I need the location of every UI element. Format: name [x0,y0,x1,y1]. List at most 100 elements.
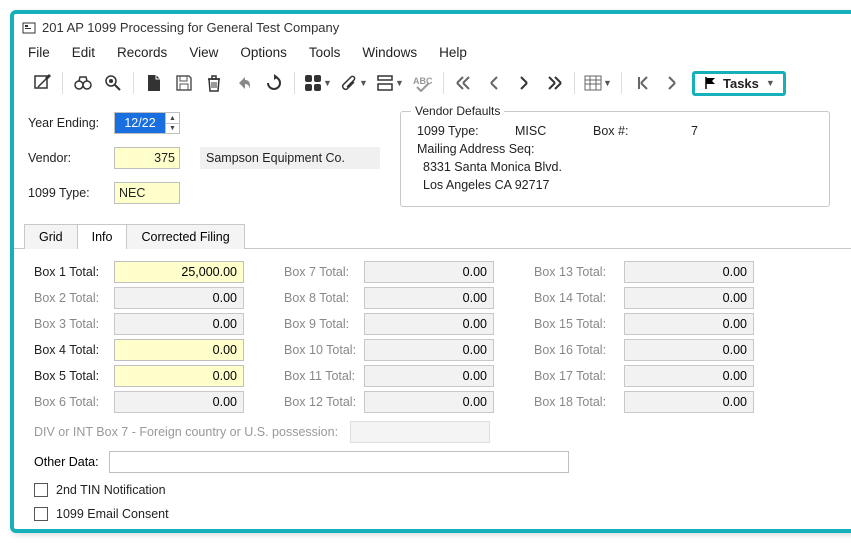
defaults-type-label: 1099 Type: [417,124,497,138]
tab-corrected[interactable]: Corrected Filing [127,224,244,249]
edit-icon[interactable] [28,70,56,96]
defaults-box-value: 7 [691,124,698,138]
year-ending-label: Year Ending: [28,116,108,130]
consent-row: 1099 Email Consent [34,507,843,521]
header-area: Year Ending: 12/22 ▲▼ Vendor: 375 Sampso… [14,105,851,211]
layout-icon[interactable]: ▼ [373,70,407,96]
menu-help[interactable]: Help [439,45,467,60]
box1-value[interactable]: 25,000.00 [114,261,244,283]
box6-label: Box 6 Total: [34,395,114,409]
tasks-button[interactable]: Tasks ▼ [692,71,786,96]
box12-label: Box 12 Total: [284,395,364,409]
chevron-down-icon: ▼ [766,78,775,88]
tab-grid[interactable]: Grid [24,224,78,249]
type-label: 1099 Type: [28,186,108,200]
foreign-input [350,421,490,443]
box10-value: 0.00 [364,339,494,361]
menu-edit[interactable]: Edit [72,45,95,60]
menu-records[interactable]: Records [117,45,167,60]
tasks-label: Tasks [723,76,759,91]
box18-value: 0.00 [624,391,754,413]
nav-first-icon[interactable] [450,70,478,96]
delete-icon[interactable] [200,70,228,96]
year-spinner[interactable]: ▲▼ [166,112,180,134]
box9-label: Box 9 Total: [284,317,364,331]
attach-icon[interactable]: ▼ [337,70,371,96]
tab-info[interactable]: Info [78,224,128,249]
menu-windows[interactable]: Windows [362,45,417,60]
other-input[interactable] [109,451,569,473]
box13-value: 0.00 [624,261,754,283]
vendor-defaults-box: Vendor Defaults 1099 Type: MISC Box #: 7… [400,111,830,207]
tab-strip: Grid Info Corrected Filing [24,223,851,248]
menu-tools[interactable]: Tools [309,45,341,60]
box8-value: 0.00 [364,287,494,309]
grid-icon[interactable]: ▼ [301,70,335,96]
menu-options[interactable]: Options [240,45,287,60]
box3-value: 0.00 [114,313,244,335]
tin-row: 2nd TIN Notification [34,483,843,497]
title-bar: 201 AP 1099 Processing for General Test … [14,14,851,41]
box5-value[interactable]: 0.00 [114,365,244,387]
save-icon[interactable] [170,70,198,96]
defaults-type-value: MISC [515,124,575,138]
vendor-input[interactable]: 375 [114,147,180,169]
box11-value: 0.00 [364,365,494,387]
goto-next-icon[interactable] [658,70,686,96]
box9-value: 0.00 [364,313,494,335]
defaults-addr2: Los Angeles CA 92717 [423,178,550,192]
box5-label: Box 5 Total: [34,369,114,383]
menu-file[interactable]: File [28,45,50,60]
other-row: Other Data: [34,451,843,473]
nav-prev-icon[interactable] [480,70,508,96]
consent-checkbox[interactable] [34,507,48,521]
box16-value: 0.00 [624,339,754,361]
info-panel: Box 1 Total: 25,000.00 Box 7 Total: 0.00… [14,248,851,529]
box17-value: 0.00 [624,365,754,387]
table-icon[interactable]: ▼ [581,70,615,96]
other-label: Other Data: [34,455,99,469]
box7-label: Box 7 Total: [284,265,364,279]
app-window: 201 AP 1099 Processing for General Test … [10,10,851,533]
defaults-box-label: Box #: [593,124,643,138]
binoculars-icon[interactable] [69,70,97,96]
new-icon[interactable] [140,70,168,96]
tin-label: 2nd TIN Notification [56,483,166,497]
box15-value: 0.00 [624,313,754,335]
box-totals-grid: Box 1 Total: 25,000.00 Box 7 Total: 0.00… [34,261,843,413]
refresh-icon[interactable] [260,70,288,96]
defaults-legend: Vendor Defaults [411,104,504,118]
flag-icon [703,76,717,90]
menu-bar: File Edit Records View Options Tools Win… [14,41,851,66]
vendor-name: Sampson Equipment Co. [200,147,380,169]
goto-first-icon[interactable] [628,70,656,96]
app-icon [22,21,36,35]
box13-label: Box 13 Total: [534,265,624,279]
menu-view[interactable]: View [189,45,218,60]
window-title: 201 AP 1099 Processing for General Test … [42,20,339,35]
box4-value[interactable]: 0.00 [114,339,244,361]
consent-label: 1099 Email Consent [56,507,169,521]
nav-last-icon[interactable] [540,70,568,96]
box15-label: Box 15 Total: [534,317,624,331]
type-input[interactable]: NEC [114,182,180,204]
box6-value: 0.00 [114,391,244,413]
tin-checkbox[interactable] [34,483,48,497]
foreign-row: DIV or INT Box 7 - Foreign country or U.… [34,421,843,443]
defaults-addr1: 8331 Santa Monica Blvd. [423,160,562,174]
header-fields: Year Ending: 12/22 ▲▼ Vendor: 375 Sampso… [28,109,380,207]
gear-search-icon[interactable] [99,70,127,96]
box4-label: Box 4 Total: [34,343,114,357]
toolbar: ▼ ▼ ▼ ABC ▼ Tasks ▼ [14,66,851,105]
box7-value: 0.00 [364,261,494,283]
spellcheck-icon[interactable]: ABC [409,70,437,96]
box12-value: 0.00 [364,391,494,413]
undo-icon[interactable] [230,70,258,96]
box11-label: Box 11 Total: [284,369,364,383]
year-ending-input[interactable]: 12/22 [114,112,166,134]
nav-next-icon[interactable] [510,70,538,96]
box17-label: Box 17 Total: [534,369,624,383]
svg-text:ABC: ABC [413,76,433,86]
defaults-mail-label: Mailing Address Seq: [417,142,547,156]
box10-label: Box 10 Total: [284,343,364,357]
